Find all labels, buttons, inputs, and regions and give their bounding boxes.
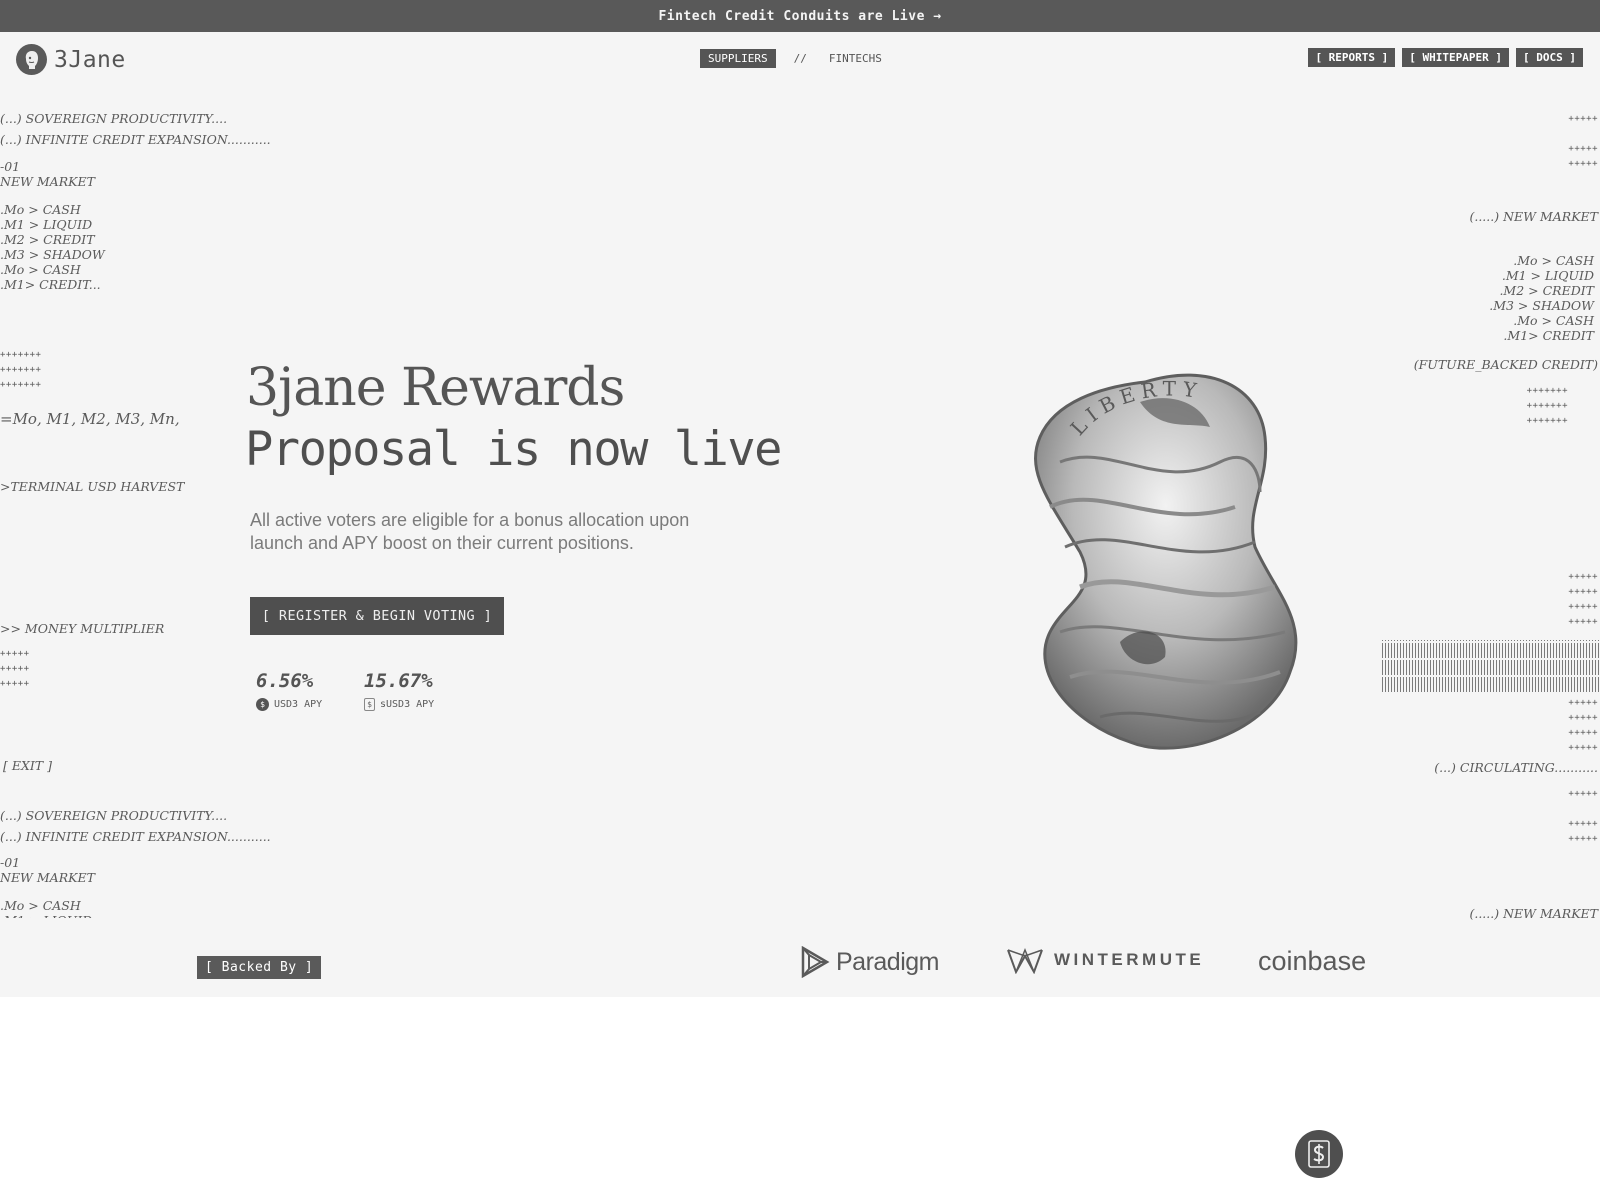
announcement-text[interactable]: Fintech Credit Conduits are Live → xyxy=(658,9,941,24)
brand-face-icon xyxy=(16,44,47,75)
decor-right-future: (FUTURE_BACKED CREDIT) xyxy=(1413,357,1598,372)
decor-left-plus1: +++++++ +++++++ +++++++ xyxy=(0,350,42,390)
wintermute-logo[interactable]: WINTERMUTE xyxy=(1006,946,1204,974)
barcode-graphic xyxy=(1382,640,1600,692)
reports-link[interactable]: [ REPORTS ] xyxy=(1308,48,1396,67)
susd3-apy-stat: 15.67% $ sUSD3 APY xyxy=(364,670,434,711)
usd3-coin-icon: $ xyxy=(256,698,269,711)
decor-right-plus4: +++++ +++++ +++++ +++++ xyxy=(1568,698,1598,753)
hero-stage: 3Jane SUPPLIERS // FINTECHS [ REPORTS ] … xyxy=(0,32,1600,997)
susd3-apy-label: sUSD3 APY xyxy=(380,699,435,710)
brand-name: 3Jane xyxy=(54,46,126,73)
hero-description: All active voters are eligible for a bon… xyxy=(250,510,690,553)
coinbase-logo[interactable]: coinbase xyxy=(1258,946,1366,977)
decor-left-block1: (...) SOVEREIGN PRODUCTIVITY.... (...) I… xyxy=(0,111,271,147)
wintermute-wordmark: WINTERMUTE xyxy=(1054,950,1205,969)
decor-right-block: .Mo > CASH .M1 > LIQUID .M2 > CREDIT .M3… xyxy=(1489,253,1594,343)
susd3-apy-value: 15.67% xyxy=(364,670,433,692)
decor-left-block4: (...) SOVEREIGN PRODUCTIVITY.... (...) I… xyxy=(0,808,271,844)
whitepaper-link[interactable]: [ WHITEPAPER ] xyxy=(1402,48,1510,67)
wintermute-mark-icon xyxy=(1007,948,1043,974)
usd3-apy-label-row: $ USD3 APY xyxy=(256,698,322,711)
decor-left-block6: .Mo > CASH .M1 > LIQUID xyxy=(0,898,92,918)
docs-link[interactable]: [ DOCS ] xyxy=(1516,48,1583,67)
floating-coin-button[interactable] xyxy=(1295,1130,1343,1178)
decor-right-plus1: +++++ +++++ +++++ xyxy=(1568,114,1598,169)
hero-title: 3jane Rewards xyxy=(246,358,625,418)
tab-suppliers[interactable]: SUPPLIERS xyxy=(700,49,776,68)
audience-switch: SUPPLIERS // FINTECHS xyxy=(700,49,882,68)
decor-left-block3: .Mo > CASH .M1 > LIQUID .M2 > CREDIT .M3… xyxy=(0,202,105,292)
tab-fintechs[interactable]: FINTECHS xyxy=(829,52,882,65)
hero-subtitle: Proposal is now live xyxy=(245,422,782,477)
decor-left-harvest: >TERMINAL USD HARVEST xyxy=(0,479,185,494)
nav-separator: // xyxy=(793,52,807,65)
susd3-coin-icon: $ xyxy=(364,698,375,711)
decor-left-plus2: +++++ +++++ +++++ xyxy=(0,649,30,689)
paradigm-logo[interactable]: Paradigm xyxy=(800,946,940,978)
top-links: [ REPORTS ] [ WHITEPAPER ] [ DOCS ] xyxy=(1308,48,1583,67)
register-vote-button[interactable]: [ REGISTER & BEGIN VOTING ] xyxy=(250,597,504,635)
melting-coin-illustration: LIBERTY xyxy=(1034,373,1298,750)
decor-right-new-market-2: (.....) NEW MARKET xyxy=(1469,906,1598,921)
exit-link[interactable]: [ EXIT ] xyxy=(3,758,52,773)
paradigm-wordmark: Paradigm xyxy=(836,947,940,976)
decor-left-block5: -01 NEW MARKET xyxy=(0,855,95,885)
backed-by-label: [ Backed By ] xyxy=(197,956,322,979)
usd3-apy-stat: 6.56% $ USD3 APY xyxy=(256,670,322,711)
decor-left-block2: -01 NEW MARKET xyxy=(0,159,95,189)
usd3-apy-value: 6.56% xyxy=(256,670,314,692)
brand-logo[interactable]: 3Jane xyxy=(16,44,126,75)
decor-right-new-market: (.....) NEW MARKET xyxy=(1469,209,1598,224)
decor-right-plus2: +++++++ +++++++ +++++++ xyxy=(1526,386,1568,426)
coinbase-wordmark: coinbase xyxy=(1258,946,1367,976)
decor-left-multiplier: >> MONEY MULTIPLIER xyxy=(0,621,165,636)
announcement-bar[interactable]: Fintech Credit Conduits are Live → xyxy=(0,0,1600,32)
decor-right-plus5: +++++ +++++ +++++ xyxy=(1568,789,1598,844)
paradigm-mark-icon xyxy=(801,946,830,978)
decor-right-plus3: +++++ +++++ +++++ +++++ xyxy=(1568,572,1598,627)
decor-right-circulating: (...) CIRCULATING........... xyxy=(1434,760,1598,775)
dollar-coin-icon xyxy=(1308,1140,1330,1168)
usd3-apy-label: USD3 APY xyxy=(274,699,323,710)
decor-left-formula: =Mo, M1, M2, M3, Mn, xyxy=(0,410,180,428)
susd3-apy-label-row: $ sUSD3 APY xyxy=(364,698,434,711)
